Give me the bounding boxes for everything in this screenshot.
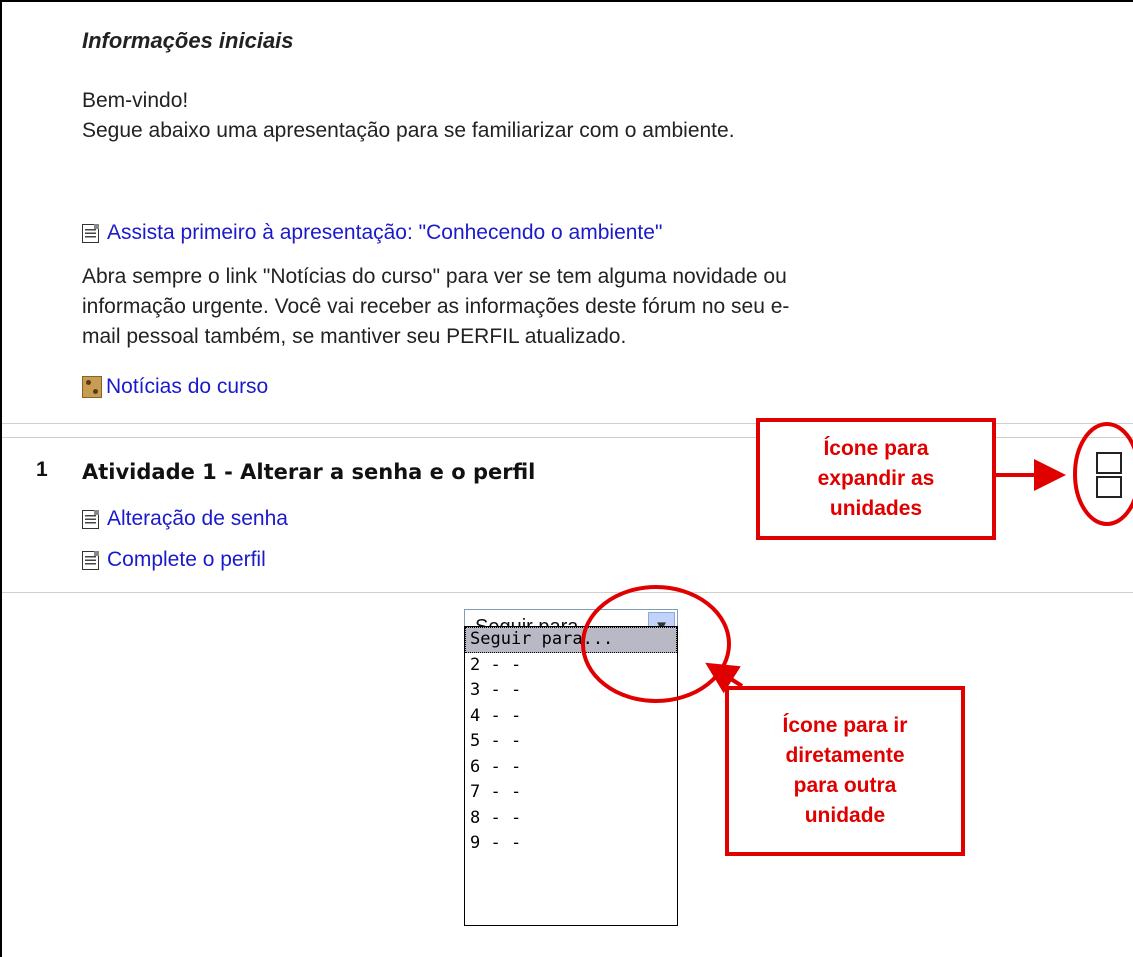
expand-box-top bbox=[1096, 452, 1122, 474]
change-password-link[interactable]: Alteração de senha bbox=[82, 507, 288, 531]
section-divider bbox=[2, 592, 1133, 593]
dropdown-option[interactable]: 3 - - bbox=[465, 678, 677, 704]
jump-annotation-callout: Ícone para ir diretamente para outra uni… bbox=[725, 686, 965, 856]
section-number: 1 bbox=[36, 458, 48, 481]
complete-profile-link-label: Complete o perfil bbox=[107, 548, 266, 571]
document-icon bbox=[82, 509, 99, 529]
jump-annotation-line: diretamente bbox=[785, 744, 905, 767]
expand-annotation-line: unidades bbox=[829, 497, 923, 520]
notice-line-3: mail pessoal também, se mantiver seu PER… bbox=[82, 325, 627, 348]
dropdown-option[interactable]: 7 - - bbox=[465, 780, 677, 806]
jump-annotation-line: Ícone para ir bbox=[782, 714, 908, 737]
dropdown-option[interactable]: 6 - - bbox=[465, 755, 677, 781]
presentation-link[interactable]: Assista primeiro à apresentação: "Conhec… bbox=[82, 221, 662, 245]
intro-text: Segue abaixo uma apresentação para se fa… bbox=[82, 119, 735, 142]
notice-line-2: informação urgente. Você vai receber as … bbox=[82, 295, 790, 318]
presentation-link-label: Assista primeiro à apresentação: "Conhec… bbox=[107, 221, 663, 244]
activity-title: Atividade 1 - Alterar a senha e o perfil bbox=[82, 460, 536, 484]
section-title: Informações iniciais bbox=[82, 28, 294, 53]
expand-annotation-callout: Ícone para expandir as unidades bbox=[756, 418, 996, 540]
document-icon bbox=[82, 223, 99, 243]
jump-annotation-line: para outra bbox=[793, 774, 897, 797]
dropdown-option[interactable]: 4 - - bbox=[465, 704, 677, 730]
complete-profile-link[interactable]: Complete o perfil bbox=[82, 548, 266, 572]
document-icon bbox=[82, 550, 99, 570]
dropdown-option[interactable]: 2 - - bbox=[465, 653, 677, 679]
news-link[interactable]: Notícias do curso bbox=[82, 375, 268, 399]
dropdown-option[interactable]: 9 - - bbox=[465, 831, 677, 857]
expand-annotation-line: Ícone para bbox=[823, 437, 929, 460]
news-link-label: Notícias do curso bbox=[106, 375, 269, 398]
expand-annotation-line: expandir as bbox=[817, 467, 935, 490]
expand-sections-icon[interactable] bbox=[1096, 452, 1122, 498]
dropdown-option[interactable]: Seguir para... bbox=[465, 627, 677, 653]
jump-dropdown-list: Seguir para... 2 - - 3 - - 4 - - 5 - - 6… bbox=[464, 626, 678, 926]
welcome-text: Bem-vindo! bbox=[82, 89, 189, 112]
dropdown-option[interactable]: 5 - - bbox=[465, 729, 677, 755]
notice-line-1: Abra sempre o link "Notícias do curso" p… bbox=[82, 265, 787, 288]
jump-annotation-line: unidade bbox=[804, 804, 886, 827]
dropdown-option[interactable]: 8 - - bbox=[465, 806, 677, 832]
forum-icon bbox=[82, 376, 102, 398]
expand-box-bottom bbox=[1096, 476, 1122, 498]
change-password-link-label: Alteração de senha bbox=[107, 507, 288, 530]
